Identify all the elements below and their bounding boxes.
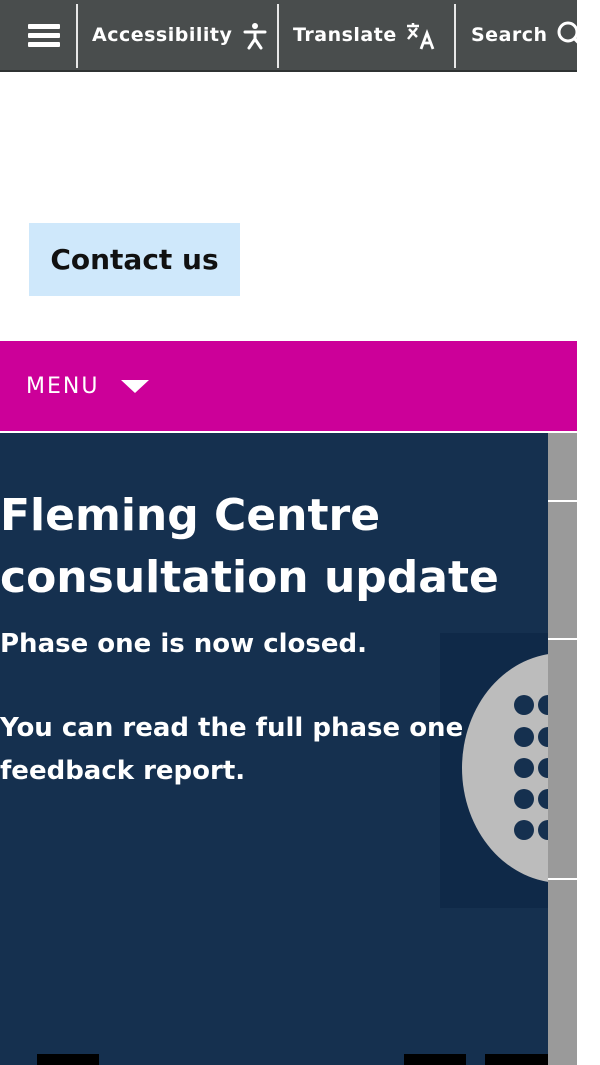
scrollbar-tick [548,878,577,880]
hero-banner: Fleming Centre consultation update Phase… [0,433,548,1065]
graphic-dot [514,727,534,747]
hero-paragraph-link[interactable]: You can read the full phase one feedback… [0,707,500,793]
graphic-dot [514,820,534,840]
menu-label: MENU [26,373,100,399]
graphic-dot [538,727,548,747]
graphic-dot [514,758,534,778]
scrollbar-tick [548,638,577,640]
accessibility-label: Accessibility [92,24,233,46]
search-icon [557,21,585,49]
search-label: Search [471,24,548,46]
scrollbar-tick [548,500,577,502]
hero-title: Fleming Centre consultation update [0,490,499,603]
graphic-dot [538,758,548,778]
graphic-dot [514,695,534,715]
divider [277,4,279,68]
menu-toggle[interactable]: MENU [0,341,577,431]
accessibility-icon [243,23,267,50]
carousel-control[interactable] [37,1054,99,1065]
contact-us-label: Contact us [50,243,219,276]
graphic-dot [514,789,534,809]
search-button[interactable]: Search [471,0,586,70]
graphic-dot [538,789,548,809]
carousel-next-button[interactable] [485,1054,548,1065]
carousel-prev-button[interactable] [404,1054,466,1065]
menu-icon[interactable] [28,0,62,70]
divider [76,4,78,68]
top-bar: Accessibility Translate Search [0,0,585,72]
graphic-dot [538,820,548,840]
translate-label: Translate [293,24,397,46]
translate-icon [406,23,435,50]
contact-us-button[interactable]: Contact us [29,223,240,296]
graphic-dot [538,695,548,715]
carousel-scrollbar[interactable] [548,433,577,1065]
divider [454,4,456,68]
hero-paragraph: Phase one is now closed. [0,629,367,659]
translate-button[interactable]: Translate [293,0,437,70]
accessibility-button[interactable]: Accessibility [92,0,268,70]
caret-down-icon [121,379,150,393]
